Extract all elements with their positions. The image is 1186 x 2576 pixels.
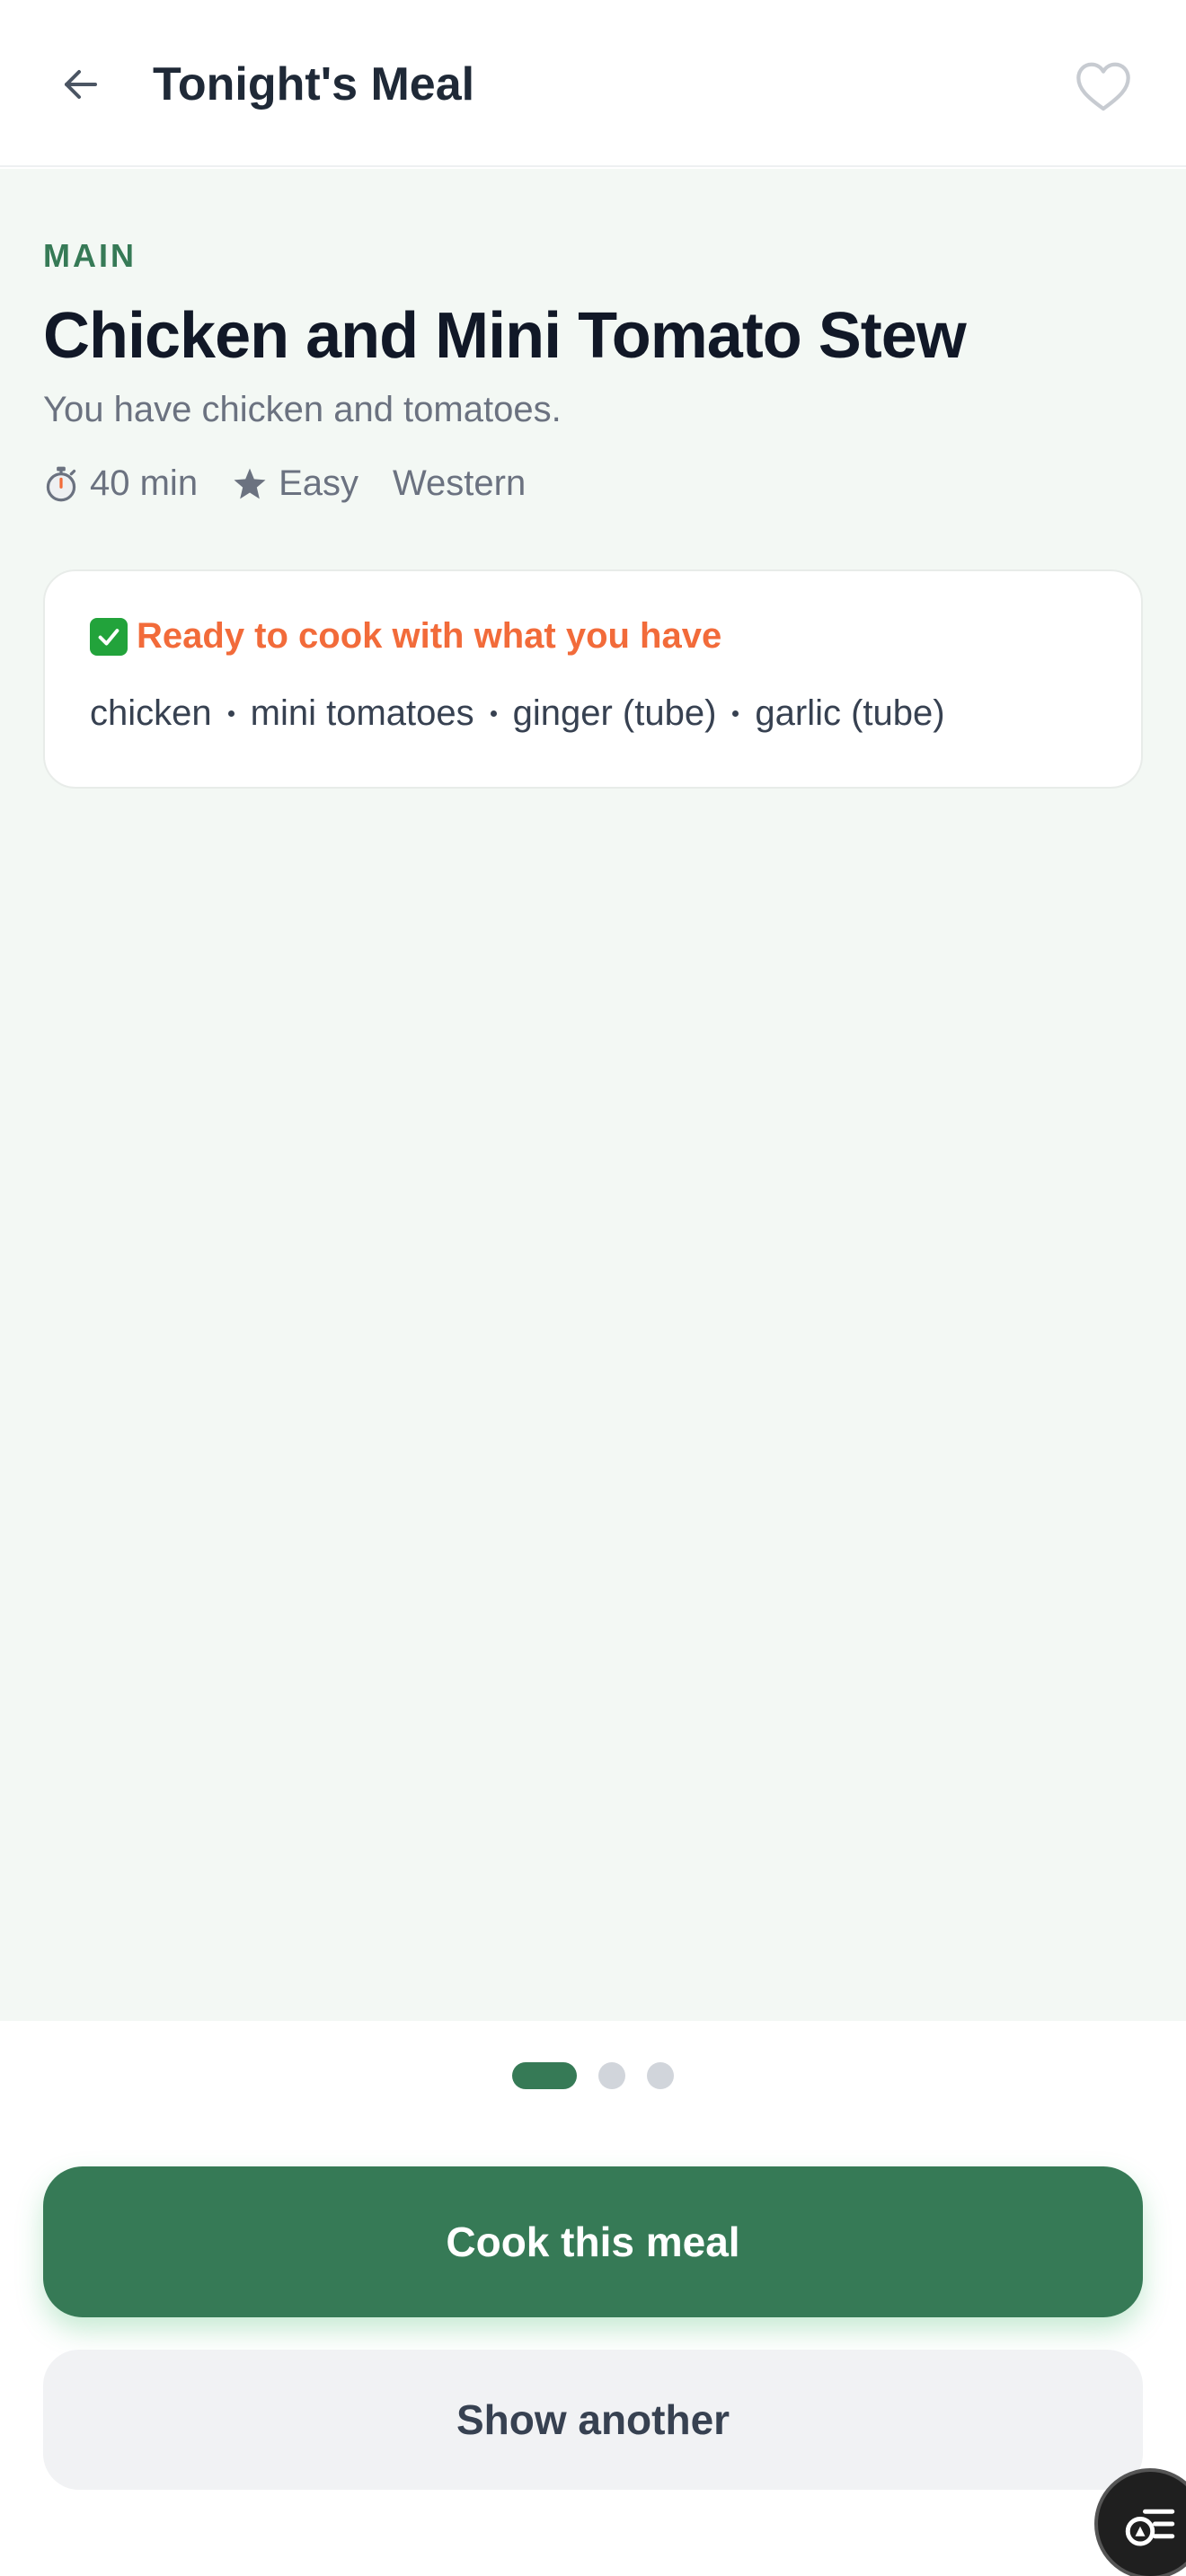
- cook-this-meal-button[interactable]: Cook this meal: [43, 2166, 1143, 2317]
- page-dot-active[interactable]: [512, 2062, 577, 2089]
- pantry-match-header: Ready to cook with what you have: [90, 616, 721, 657]
- pantry-match-card: Ready to cook with what you have chicken…: [43, 569, 1143, 789]
- heart-outline-icon: [1076, 62, 1130, 111]
- page-title: Tonight's Meal: [153, 58, 475, 110]
- page-indicator: [512, 2062, 674, 2089]
- list-menu-icon: [1125, 2509, 1175, 2546]
- check-mark-icon: [90, 617, 128, 656]
- show-another-button[interactable]: Show another: [43, 2350, 1143, 2490]
- meta-difficulty: Easy: [232, 463, 358, 504]
- meal-screen: Tonight's Meal MAIN Chicken and Mini Tom…: [0, 0, 1186, 2576]
- page-dot[interactable]: [598, 2062, 625, 2089]
- stopwatch-icon: [43, 465, 79, 503]
- star-icon: [232, 466, 268, 502]
- separator-dot: [732, 710, 739, 717]
- meta-cuisine: Western: [393, 463, 526, 504]
- ingredient-list: chicken mini tomatoes ginger (tube) garl…: [90, 693, 945, 734]
- pantry-match-title: Ready to cook with what you have: [137, 616, 722, 656]
- arrow-left-icon: [65, 70, 97, 99]
- recipe-meta: 40 min Easy Western: [43, 463, 526, 504]
- meta-difficulty-label: Easy: [279, 463, 358, 503]
- recipe-subtitle: You have chicken and tomatoes.: [43, 390, 562, 429]
- ingredient-item: ginger (tube): [512, 693, 717, 733]
- category-label: MAIN: [43, 237, 137, 274]
- separator-dot: [490, 710, 497, 717]
- top-bar: Tonight's Meal: [0, 0, 1186, 167]
- separator-dot: [227, 710, 235, 717]
- meta-time: 40 min: [43, 463, 198, 504]
- back-button[interactable]: [45, 49, 117, 120]
- meta-cuisine-label: Western: [393, 463, 527, 503]
- favorite-button[interactable]: [1066, 50, 1141, 122]
- page-dot[interactable]: [647, 2062, 674, 2089]
- ingredient-item: garlic (tube): [755, 693, 945, 733]
- ingredient-item: chicken: [90, 693, 212, 733]
- recipe-title: Chicken and Mini Tomato Stew: [43, 300, 967, 372]
- ingredient-item: mini tomatoes: [250, 693, 474, 733]
- recipe-detail: MAIN Chicken and Mini Tomato Stew You ha…: [0, 169, 1186, 2021]
- meta-time-label: 40 min: [90, 463, 199, 503]
